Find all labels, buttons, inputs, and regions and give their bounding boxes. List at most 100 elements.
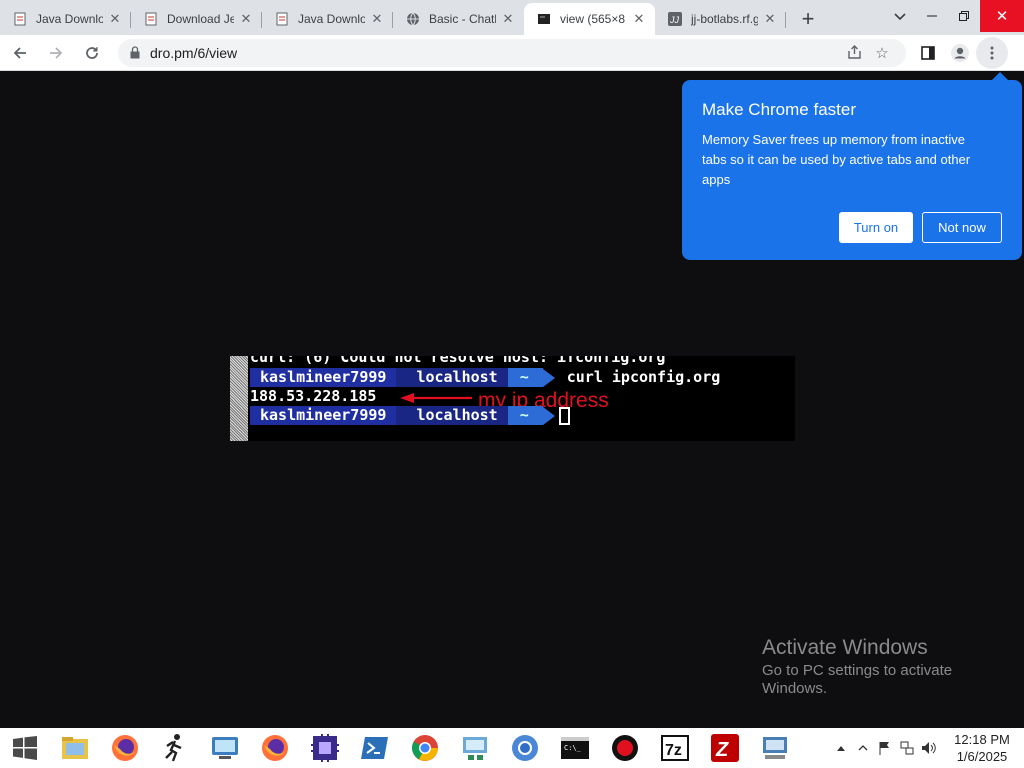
close-icon[interactable]: ✕	[369, 11, 385, 27]
tab-java-download-2[interactable]: Java Downlo ✕	[262, 3, 393, 35]
doc-icon	[143, 11, 159, 27]
close-icon[interactable]: ✕	[500, 11, 516, 27]
turn-on-button[interactable]: Turn on	[839, 212, 913, 243]
memory-saver-popup: Make Chrome faster Memory Saver frees up…	[682, 72, 1022, 260]
prompt-dir: ~	[507, 406, 543, 425]
network-tray-icon[interactable]	[896, 728, 918, 768]
svg-text:Z: Z	[715, 739, 729, 761]
chromium-icon[interactable]	[500, 728, 550, 768]
image-icon	[536, 11, 552, 27]
tab-title: view (565×8	[560, 12, 626, 26]
watermark-title: Activate Windows	[762, 636, 928, 659]
chip-icon[interactable]	[300, 728, 350, 768]
tray-scroll-up-icon[interactable]	[830, 728, 852, 768]
taskbar-clock[interactable]: 12:18 PM 1/6/2025	[940, 731, 1024, 765]
tab-jj-botlabs[interactable]: JJ jj-botlabs.rf.g ✕	[655, 3, 786, 35]
firefox-icon[interactable]	[250, 728, 300, 768]
side-panel-icon[interactable]	[912, 37, 944, 69]
error-text: curl: (6) Could not resolve host: ifconf…	[250, 356, 666, 366]
restore-button[interactable]	[948, 0, 980, 32]
forward-button[interactable]	[40, 37, 72, 69]
taskbar: C:\_ 7z Z 12:18 PM 1/6/2025	[0, 728, 1024, 768]
prompt-host: localhost	[396, 406, 508, 425]
prompt-user: kaslmineer7999	[250, 368, 397, 387]
file-explorer-icon[interactable]	[50, 728, 100, 768]
prompt-line-1: kaslmineer7999 localhost ~ curl ipconfig…	[250, 368, 720, 387]
runner-icon[interactable]	[150, 728, 200, 768]
close-window-button[interactable]: ✕	[980, 0, 1024, 32]
command-text: curl ipconfig.org	[566, 368, 721, 386]
chevron-down-icon[interactable]	[888, 6, 912, 28]
doc-icon	[12, 11, 28, 27]
tab-download-je[interactable]: Download Je ✕	[131, 3, 262, 35]
popup-title: Make Chrome faster	[702, 100, 856, 119]
remote-desktop-icon[interactable]	[750, 728, 800, 768]
close-icon[interactable]: ✕	[107, 11, 123, 27]
address-bar[interactable]: dro.pm/6/view ☆	[118, 38, 906, 67]
close-icon[interactable]: ✕	[238, 11, 254, 27]
prompt-dir: ~	[507, 368, 543, 387]
popup-actions: Turn on Not now	[839, 212, 1002, 243]
cmd-icon[interactable]: C:\_	[550, 728, 600, 768]
minimize-button[interactable]	[916, 0, 948, 32]
doc-icon	[274, 11, 290, 27]
tab-view-image[interactable]: view (565×8 ✕	[524, 3, 655, 35]
show-hidden-icons-icon[interactable]	[852, 728, 874, 768]
globe-icon	[405, 11, 421, 27]
share-icon[interactable]	[840, 39, 868, 67]
ip-output: 188.53.228.185	[250, 387, 377, 405]
svg-text:C:\_: C:\_	[564, 744, 582, 752]
prompt-arrow	[542, 368, 555, 387]
svg-text:7z: 7z	[665, 742, 682, 759]
chrome-icon[interactable]	[400, 728, 450, 768]
back-button[interactable]	[4, 37, 36, 69]
close-icon[interactable]: ✕	[631, 11, 647, 27]
network-icon[interactable]	[450, 728, 500, 768]
prompt-user: kaslmineer7999	[250, 406, 397, 425]
prompt-host: localhost	[396, 368, 508, 387]
tab-title: jj-botlabs.rf.g	[691, 12, 758, 26]
7zip-icon[interactable]: 7z	[650, 728, 700, 768]
toolbar-actions	[912, 36, 1008, 69]
system-tray: 12:18 PM 1/6/2025	[830, 728, 1024, 768]
reload-button[interactable]	[76, 37, 108, 69]
tab-strip: Java Downlo ✕ Download Je ✕ Java Downlo …	[0, 0, 1024, 35]
url-text[interactable]: dro.pm/6/view	[150, 45, 840, 61]
new-tab-button[interactable]: +	[792, 3, 824, 35]
more-menu-icon[interactable]	[976, 36, 1008, 69]
tab-java-download-1[interactable]: Java Downlo ✕	[0, 3, 131, 35]
annotation-arrow	[400, 393, 472, 403]
record-icon[interactable]	[600, 728, 650, 768]
popup-body: Memory Saver frees up memory from inacti…	[702, 132, 971, 187]
svg-text:JJ: JJ	[669, 15, 680, 25]
close-icon[interactable]: ✕	[762, 11, 778, 27]
profile-icon[interactable]	[944, 37, 976, 69]
firefox-icon[interactable]	[100, 728, 150, 768]
volume-icon[interactable]	[918, 728, 940, 768]
prompt-arrow	[542, 406, 555, 425]
tab-title: Java Downlo	[298, 12, 365, 26]
monitor-icon[interactable]	[200, 728, 250, 768]
terminal-error-line: curl: (6) Could not resolve host: ifconf…	[250, 356, 665, 367]
star-icon[interactable]: ☆	[868, 39, 896, 67]
tab-basic-chat[interactable]: Basic - Chath ✕	[393, 3, 524, 35]
windows-start-button[interactable]	[0, 728, 50, 768]
output-line: 188.53.228.185	[250, 387, 376, 406]
not-now-button[interactable]: Not now	[922, 212, 1002, 243]
tab-title: Download Je	[167, 12, 234, 26]
browser-toolbar: dro.pm/6/view ☆	[0, 35, 1024, 71]
jj-icon: JJ	[667, 11, 683, 27]
tab-title: Basic - Chath	[429, 12, 496, 26]
terminal-scrollbar	[230, 356, 248, 441]
terminal-screenshot: curl: (6) Could not resolve host: ifconf…	[230, 356, 795, 441]
activate-windows-watermark: Activate Windows Go to PC settings to ac…	[762, 636, 1002, 698]
lock-icon[interactable]	[128, 46, 142, 60]
flag-icon[interactable]	[874, 728, 896, 768]
tab-title: Java Downlo	[36, 12, 103, 26]
filezilla-icon[interactable]: Z	[700, 728, 750, 768]
clock-date: 1/6/2025	[956, 749, 1008, 764]
watermark-subtitle: Go to PC settings to activate Windows.	[762, 662, 953, 697]
windows-logo-icon	[13, 736, 37, 760]
powershell-icon[interactable]	[350, 728, 400, 768]
window-controls: ✕	[916, 0, 1024, 32]
